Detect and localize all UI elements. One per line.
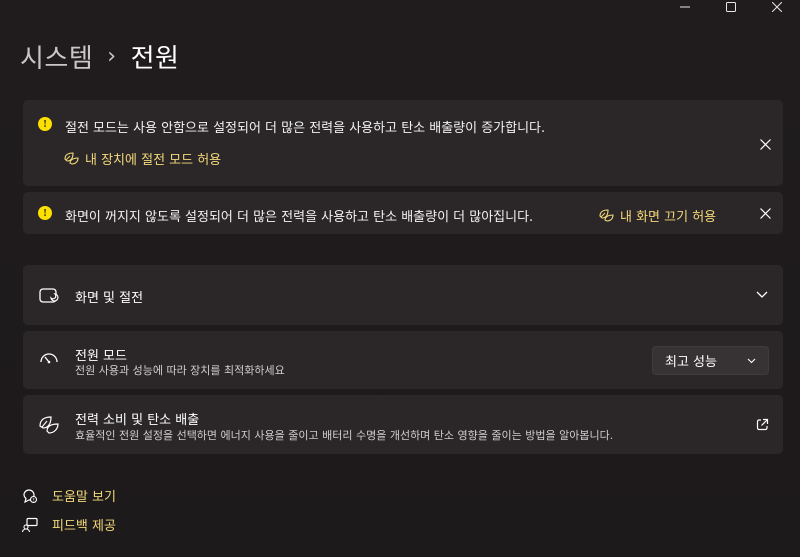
- info-icon: !: [38, 117, 52, 131]
- window-controls: [662, 0, 800, 14]
- breadcrumb-parent[interactable]: 시스템: [20, 38, 93, 75]
- allow-sleep-mode-link[interactable]: 내 장치에 절전 모드 허용: [64, 149, 221, 168]
- display-sleep-icon: [39, 286, 59, 306]
- maximize-icon: [726, 2, 736, 12]
- speedometer-icon: [39, 348, 59, 368]
- external-link-icon: [755, 417, 769, 431]
- dismiss-banner-button[interactable]: [757, 136, 773, 152]
- banner-message: 절전 모드는 사용 안함으로 설정되어 더 많은 전력을 사용하고 탄소 배출량…: [65, 121, 546, 136]
- give-feedback-label: 피드백 제공: [52, 519, 116, 534]
- power-consumption-carbon-card[interactable]: 전력 소비 및 탄소 배출 효율적인 전원 설정을 선택하면 에너지 사용을 줄…: [23, 395, 783, 454]
- minimize-button[interactable]: [662, 0, 708, 14]
- allow-screen-off-link[interactable]: 내 화면 끄기 허용: [599, 206, 716, 225]
- breadcrumb-separator: ›: [107, 43, 117, 69]
- banner-link-label: 내 장치에 절전 모드 허용: [85, 153, 222, 168]
- close-icon: [772, 2, 782, 12]
- chevron-down-icon: [747, 358, 756, 363]
- give-feedback-link[interactable]: 피드백 제공: [22, 515, 116, 534]
- leaf-icon: [39, 415, 59, 435]
- get-help-label: 도움말 보기: [52, 490, 116, 505]
- power-mode-card: 전원 모드 전원 사용과 성능에 따라 장치를 최적화하세요 최고 성능: [23, 331, 783, 389]
- breadcrumb: 시스템 › 전원: [20, 38, 179, 74]
- info-icon: !: [38, 206, 52, 220]
- screen-off-warning-banner: ! 화면이 꺼지지 않도록 설정되어 더 많은 전력을 사용하고 탄소 배출량이…: [23, 192, 783, 234]
- leaf-icon: [599, 209, 614, 222]
- dismiss-banner-button[interactable]: [757, 205, 773, 221]
- feedback-icon: [22, 517, 38, 533]
- sleep-mode-warning-banner: ! 절전 모드는 사용 안함으로 설정되어 더 많은 전력을 사용하고 탄소 배…: [23, 100, 783, 186]
- card-subtitle: 효율적인 전원 설정을 선택하면 에너지 사용을 줄이고 배터리 수명을 개선하…: [75, 429, 614, 442]
- close-button[interactable]: [754, 0, 800, 14]
- dropdown-selected-value: 최고 성능: [665, 355, 717, 370]
- minimize-icon: [680, 6, 690, 8]
- display-and-sleep-card[interactable]: 화면 및 절전: [23, 265, 783, 325]
- page-title: 전원: [130, 43, 180, 74]
- card-title: 전력 소비 및 탄소 배출: [75, 413, 200, 428]
- card-title: 화면 및 절전: [75, 291, 144, 306]
- banner-link-label: 내 화면 끄기 허용: [620, 210, 717, 225]
- chevron-down-icon: [755, 288, 769, 302]
- help-icon: ?: [22, 488, 38, 504]
- close-icon: [759, 138, 771, 150]
- get-help-link[interactable]: ? 도움말 보기: [22, 486, 116, 505]
- power-mode-dropdown[interactable]: 최고 성능: [652, 346, 769, 375]
- maximize-button[interactable]: [708, 0, 754, 14]
- close-icon: [759, 207, 771, 219]
- leaf-icon: [64, 152, 79, 165]
- card-subtitle: 전원 사용과 성능에 따라 장치를 최적화하세요: [75, 364, 285, 377]
- banner-message: 화면이 꺼지지 않도록 설정되어 더 많은 전력을 사용하고 탄소 배출량이 더…: [65, 210, 534, 225]
